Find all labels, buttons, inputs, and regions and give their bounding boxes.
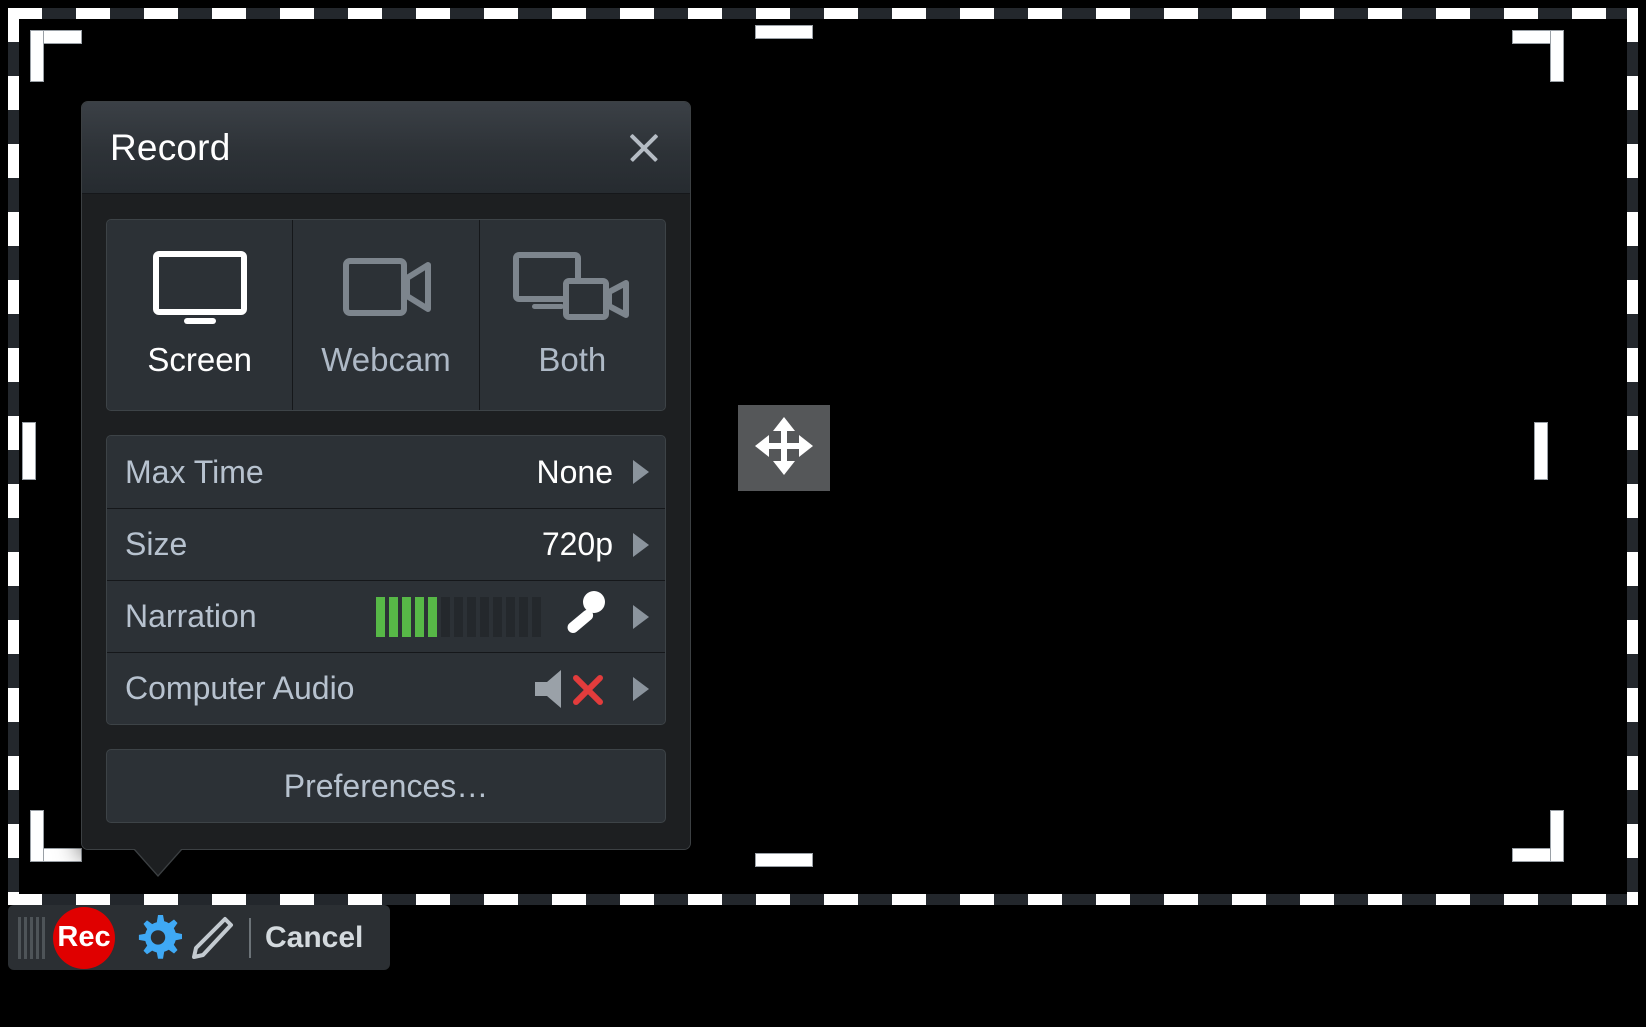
chevron-right-icon (633, 676, 649, 701)
gear-icon[interactable] (131, 911, 185, 965)
setting-row-size[interactable]: Size 720p (107, 508, 665, 580)
capture-mode-selector: Screen Webcam Both (106, 219, 666, 411)
mode-label-both: Both (538, 341, 607, 378)
move-four-arrows-icon (753, 415, 815, 482)
setting-label-narration: Narration (125, 598, 257, 634)
mode-option-screen[interactable]: Screen (107, 220, 293, 410)
setting-value-max-time: None (536, 453, 614, 490)
popover-tail (134, 848, 182, 875)
close-icon[interactable] (624, 128, 664, 168)
toolbar-divider (249, 917, 251, 958)
selection-edge-bottom (8, 894, 1638, 905)
resize-handle-left-middle[interactable] (22, 422, 36, 480)
audio-level-meter (376, 596, 541, 637)
mode-label-webcam: Webcam (321, 341, 451, 378)
setting-label-size: Size (125, 526, 188, 562)
popover-header: Record (82, 102, 690, 194)
pencil-icon[interactable] (185, 911, 239, 965)
drag-grip-icon[interactable] (18, 916, 45, 959)
record-button-label: Rec (57, 921, 111, 953)
record-popover: Record Screen Webcam Both Max Time None … (81, 101, 691, 875)
setting-row-computer-audio[interactable]: Computer Audio (107, 652, 665, 724)
chevron-right-icon (633, 604, 649, 629)
selection-edge-left (8, 8, 19, 905)
setting-label-max-time: Max Time (125, 453, 264, 490)
mode-option-both[interactable]: Both (478, 220, 665, 410)
chevron-right-icon (633, 532, 649, 557)
setting-value-size: 720p (541, 526, 613, 562)
chevron-right-icon (633, 460, 649, 484)
setting-row-narration[interactable]: Narration (107, 580, 665, 652)
page-title: Record (110, 126, 231, 168)
setting-label-computer-audio: Computer Audio (125, 670, 355, 706)
resize-handle-bottom-center[interactable] (755, 853, 813, 867)
preferences-button[interactable]: Preferences… (106, 749, 666, 823)
popover-body: Screen Webcam Both Max Time None Size 72… (82, 194, 690, 849)
resize-handle-top-center[interactable] (755, 25, 813, 39)
mode-label-screen: Screen (147, 341, 252, 378)
microphone-icon (563, 590, 607, 643)
speaker-muted-icon (531, 667, 609, 711)
recorder-toolbar: Rec Cancel (8, 905, 390, 970)
preferences-label: Preferences… (283, 767, 489, 804)
record-button[interactable]: Rec (53, 906, 115, 969)
resize-handle-right-middle[interactable] (1534, 422, 1548, 480)
cancel-button[interactable]: Cancel (265, 921, 363, 955)
video-camera-icon (338, 251, 434, 325)
move-selection-handle[interactable] (738, 405, 830, 491)
mode-option-webcam[interactable]: Webcam (292, 220, 479, 410)
settings-list: Max Time None Size 720p Narration Comput… (106, 435, 666, 725)
monitor-plus-camera-icon (512, 251, 632, 325)
selection-edge-top (8, 8, 1638, 19)
selection-edge-right (1627, 8, 1638, 905)
screen-recorder-overlay: Record Screen Webcam Both Max Time None … (0, 0, 1646, 1027)
monitor-icon (152, 251, 248, 325)
setting-row-max-time[interactable]: Max Time None (107, 436, 665, 508)
